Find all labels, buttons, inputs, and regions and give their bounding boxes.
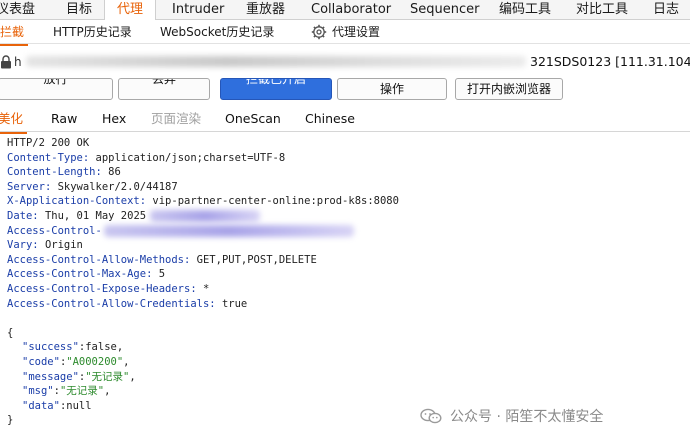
tab-sequencer[interactable]: Sequencer — [406, 0, 483, 20]
header-line: Vary: Origin — [7, 239, 83, 252]
wechat-icon — [420, 408, 442, 424]
proxy-sub-tab-bar: 拦截 HTTP历史记录 WebSocket历史记录 代理设置 — [0, 20, 690, 46]
view-tab-pretty[interactable]: 美化 — [0, 106, 28, 134]
status-line: HTTP/2 200 OK — [7, 137, 90, 149]
json-open-brace: { — [7, 326, 14, 339]
json-line: "message":"无记录", — [22, 370, 136, 383]
header-line: Content-Type: application/json;charset=U… — [7, 151, 286, 164]
json-line: "data":null — [22, 399, 92, 412]
gear-icon[interactable] — [311, 24, 327, 40]
redacted-header — [104, 225, 354, 237]
redacted-url — [26, 56, 526, 67]
url-text-end: 321SDS0123 [111.31.104.1 — [530, 54, 690, 69]
header-line: Access-Control-Allow-Methods: GET,PUT,PO… — [7, 253, 317, 266]
top-tab-bar: 仪表盘 目标 代理 Intruder 重放器 Collaborator Sequ… — [0, 0, 690, 20]
header-line: Access-Control-Expose-Headers: * — [7, 283, 210, 295]
lock-icon — [1, 55, 11, 69]
request-url-bar: h 321SDS0123 [111.31.104.1 — [0, 44, 690, 78]
sub-tab-websocket-history[interactable]: WebSocket历史记录 — [160, 20, 274, 44]
sub-tab-intercept[interactable]: 拦截 — [0, 20, 29, 46]
redacted-date — [150, 210, 260, 222]
tab-decoder[interactable]: 编码工具 — [495, 0, 555, 20]
view-tab-chinese[interactable]: Chinese — [305, 106, 355, 132]
response-editor[interactable]: HTTP/2 200 OK Content-Type: application/… — [0, 134, 690, 445]
json-line: "msg":"无记录", — [22, 385, 111, 398]
json-close-brace: } — [7, 414, 14, 427]
view-tab-raw[interactable]: Raw — [51, 106, 77, 132]
tab-intruder[interactable]: Intruder — [168, 0, 228, 20]
sub-tab-http-history[interactable]: HTTP历史记录 — [53, 20, 132, 44]
intercept-toggle-button[interactable]: 拦截已开启 — [220, 78, 332, 100]
header-line: Access-Control-Max-Age: 5 — [7, 268, 166, 281]
tab-repeater[interactable]: 重放器 — [242, 0, 289, 20]
open-browser-button[interactable]: 打开内嵌浏览器 — [455, 78, 563, 100]
tab-collaborator[interactable]: Collaborator — [307, 0, 395, 20]
header-line: Access-Control-Allow-Credentials: true — [7, 297, 248, 310]
tab-dashboard[interactable]: 仪表盘 — [0, 0, 39, 20]
drop-button[interactable]: 丢弃 — [118, 78, 210, 100]
header-line: X-Application-Context: vip-partner-cente… — [7, 195, 399, 208]
view-tab-hex[interactable]: Hex — [102, 106, 126, 132]
json-line: "success":false, — [22, 341, 124, 354]
message-view-tab-bar: 美化 Raw Hex 页面渲染 OneScan Chinese — [0, 106, 690, 134]
forward-button[interactable]: 放行 — [0, 78, 113, 100]
tab-proxy[interactable]: 代理 — [104, 0, 157, 20]
json-line: "code":"A000200", — [22, 356, 130, 368]
header-line: Access-Control- — [7, 224, 102, 237]
view-tab-onescan[interactable]: OneScan — [225, 106, 281, 132]
header-line: Date: Thu, 01 May 2025 — [7, 210, 147, 222]
tab-comparer[interactable]: 对比工具 — [572, 0, 632, 20]
intercept-toolbar: 放行 丢弃 拦截已开启 操作 打开内嵌浏览器 — [0, 78, 690, 102]
action-button[interactable]: 操作 — [337, 78, 447, 100]
url-text-start: h — [14, 55, 22, 69]
watermark: 公众号 · 陌笙不太懂安全 — [420, 405, 603, 427]
tab-logger[interactable]: 日志 — [649, 0, 683, 20]
watermark-text: 公众号 · 陌笙不太懂安全 — [450, 409, 604, 425]
header-line: Content-Length: 86 — [7, 166, 121, 179]
sub-tab-proxy-settings[interactable]: 代理设置 — [332, 20, 380, 44]
tab-target[interactable]: 目标 — [62, 0, 96, 20]
header-line: Server: Skywalker/2.0/44187 — [7, 180, 178, 193]
view-tab-render[interactable]: 页面渲染 — [151, 106, 201, 132]
